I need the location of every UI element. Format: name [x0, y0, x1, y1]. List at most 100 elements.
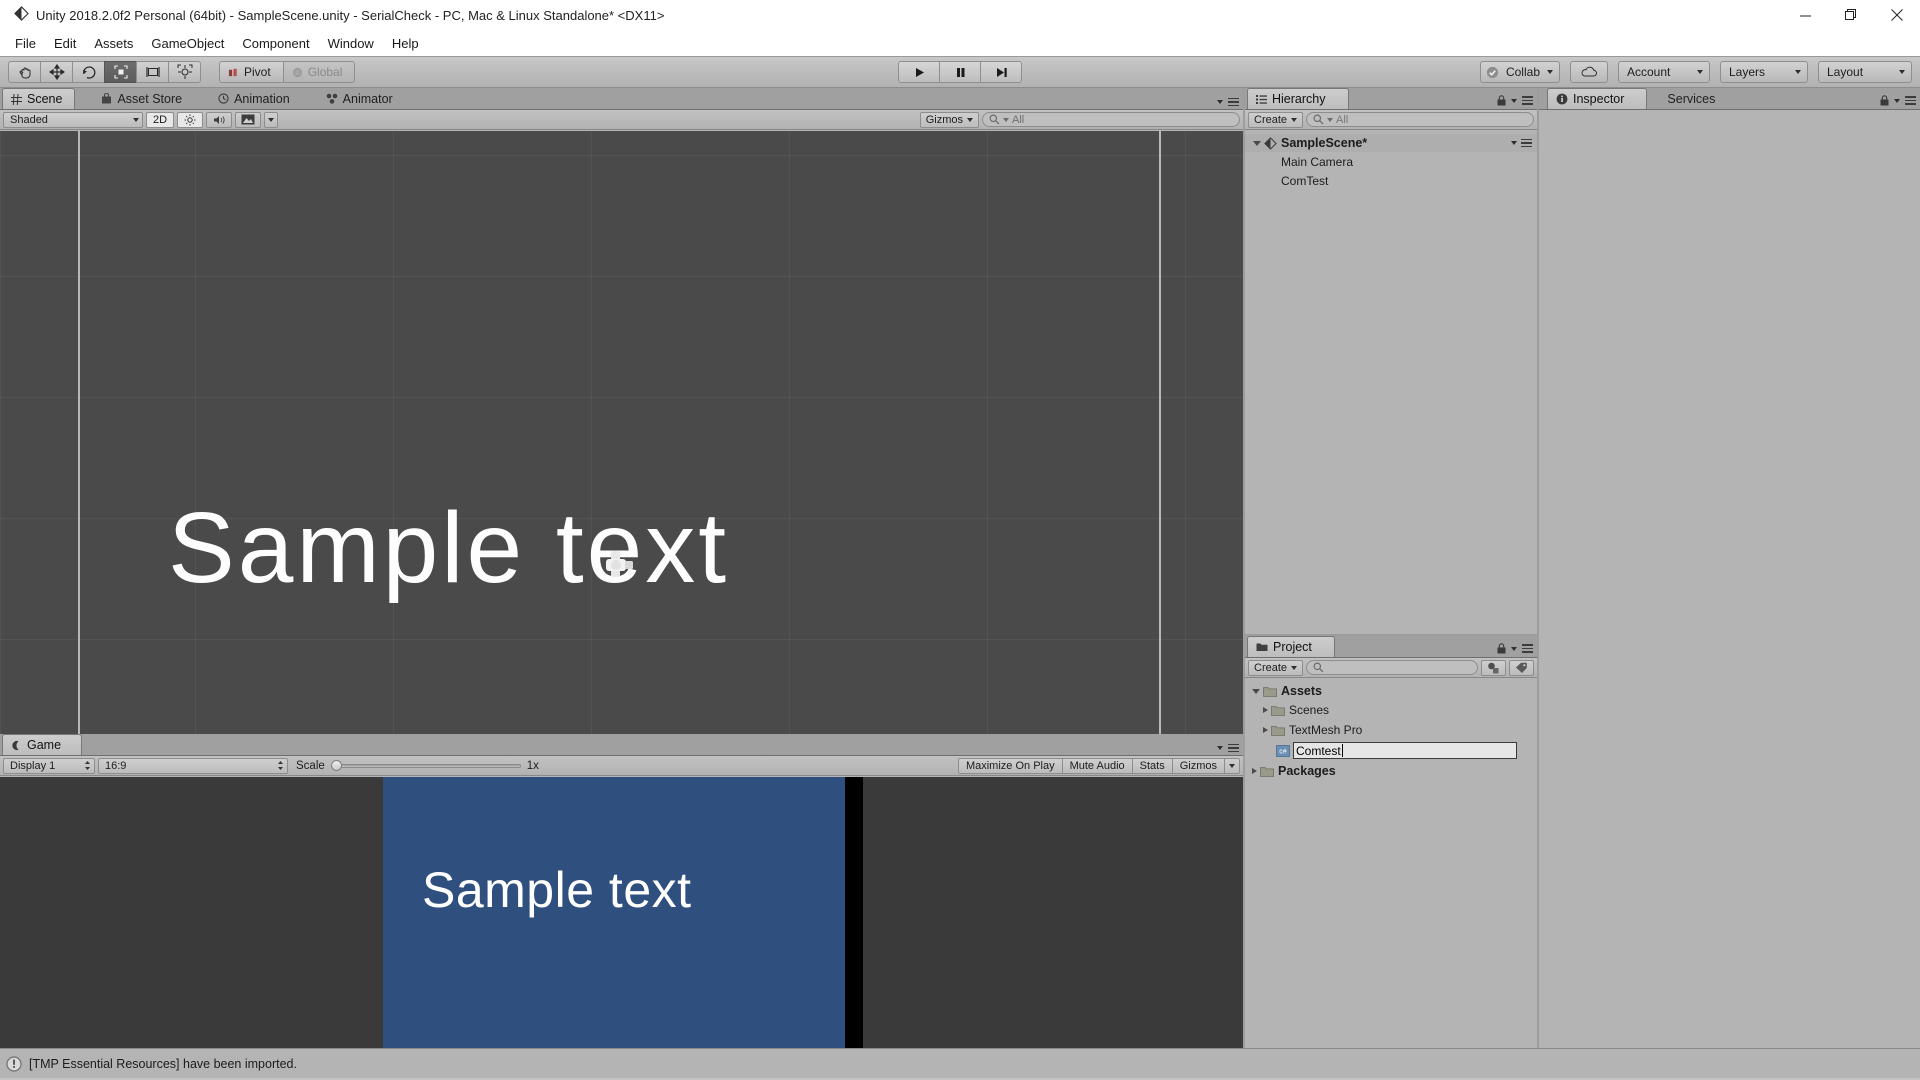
stats-button[interactable]: Stats — [1132, 758, 1173, 774]
move-tool[interactable] — [40, 61, 73, 83]
hamburger-icon[interactable] — [1228, 744, 1239, 753]
project-search-input[interactable] — [1306, 660, 1478, 675]
maximize-on-play-button[interactable]: Maximize On Play — [958, 758, 1063, 774]
scene-effects-dropdown[interactable] — [264, 112, 278, 128]
hierarchy-search-input[interactable]: All — [1306, 112, 1534, 127]
tab-asset-store[interactable]: Asset Store — [93, 88, 194, 109]
menu-item-help[interactable]: Help — [383, 33, 428, 54]
game-scale-slider-handle[interactable] — [331, 760, 342, 771]
chevron-down-icon[interactable] — [1217, 746, 1223, 750]
menu-item-gameobject[interactable]: GameObject — [142, 33, 233, 54]
game-gizmos-button[interactable]: Gizmos — [1172, 758, 1225, 774]
project-row-packages[interactable]: Packages — [1245, 761, 1537, 781]
pause-button[interactable] — [939, 61, 981, 83]
close-icon[interactable] — [1874, 0, 1920, 30]
lock-icon[interactable] — [1497, 95, 1506, 106]
step-button[interactable] — [980, 61, 1022, 83]
game-scale-slider[interactable] — [331, 760, 521, 772]
rect-tool[interactable] — [136, 61, 169, 83]
project-tabrow: Project — [1245, 636, 1537, 658]
layout-button[interactable]: Layout — [1818, 61, 1912, 83]
tab-services[interactable]: Services — [1659, 88, 1727, 109]
play-button[interactable] — [898, 61, 940, 83]
expand-triangle-icon[interactable] — [1253, 141, 1261, 146]
scene-viewport[interactable]: Sample text — [0, 131, 1243, 734]
chevron-down-icon[interactable] — [1511, 141, 1517, 145]
status-bar[interactable]: [TMP Essential Resources] have been impo… — [0, 1048, 1920, 1078]
chevron-down-icon[interactable] — [1217, 100, 1223, 104]
scene-lighting-toggle[interactable] — [177, 112, 203, 128]
expand-triangle-icon[interactable] — [1252, 689, 1260, 694]
tab-inspector[interactable]: Inspector — [1547, 88, 1647, 109]
menu-item-component[interactable]: Component — [233, 33, 318, 54]
tab-animation[interactable]: Animation — [210, 88, 302, 109]
tab-hierarchy[interactable]: Hierarchy — [1247, 88, 1349, 109]
hamburger-icon[interactable] — [1228, 98, 1239, 107]
game-aspect-dropdown[interactable]: 16:9 — [98, 758, 288, 774]
project-create-label: Create — [1254, 662, 1287, 674]
minimize-icon[interactable] — [1782, 0, 1828, 30]
hamburger-icon[interactable] — [1522, 644, 1533, 653]
transform-tool[interactable] — [168, 61, 201, 83]
hamburger-icon[interactable] — [1522, 96, 1533, 105]
hierarchy-create-button[interactable]: Create — [1248, 112, 1303, 128]
toggle-2d-button[interactable]: 2D — [146, 112, 174, 128]
hamburger-icon[interactable] — [1521, 139, 1532, 148]
game-viewport[interactable]: Sample text — [0, 777, 1243, 1048]
hamburger-icon[interactable] — [1905, 96, 1916, 105]
scene-effects-toggle[interactable] — [235, 112, 261, 128]
menu-item-window[interactable]: Window — [319, 33, 383, 54]
chevron-down-icon[interactable] — [1511, 647, 1517, 651]
scene-search-input[interactable]: All — [982, 112, 1240, 127]
scale-tool[interactable] — [104, 61, 137, 83]
pivot-button[interactable]: Pivot — [219, 61, 284, 83]
menu-item-assets[interactable]: Assets — [85, 33, 142, 54]
scene-gizmos-label: Gizmos — [926, 114, 963, 126]
collab-button[interactable]: Collab — [1480, 61, 1560, 83]
project-toolbar: Create — [1245, 658, 1537, 678]
tab-scene[interactable]: Scene — [2, 88, 75, 109]
tab-inspector-label: Inspector — [1573, 92, 1624, 106]
chevron-down-icon[interactable] — [1511, 99, 1517, 103]
expand-triangle-icon[interactable] — [1263, 707, 1268, 713]
tab-game[interactable]: Game — [2, 734, 82, 755]
tab-project[interactable]: Project — [1247, 636, 1335, 657]
filter-type-icon[interactable] — [1481, 660, 1506, 676]
game-toolbar: Display 1 16:9 Scale 1x — [0, 756, 1243, 776]
filter-label-icon[interactable] — [1509, 660, 1534, 676]
project-row-label: Scenes — [1289, 703, 1329, 717]
lock-icon[interactable] — [1880, 95, 1889, 106]
scene-gizmos-dropdown[interactable]: Gizmos — [920, 112, 979, 128]
project-create-button[interactable]: Create — [1248, 660, 1303, 676]
project-row-assets[interactable]: Assets — [1245, 682, 1537, 700]
menu-item-file[interactable]: File — [6, 33, 45, 54]
project-row-label: Assets — [1281, 684, 1322, 698]
cloud-button[interactable] — [1570, 61, 1608, 83]
account-button[interactable]: Account — [1618, 61, 1710, 83]
hand-tool[interactable] — [8, 61, 41, 83]
hierarchy-row-main-camera[interactable]: Main Camera — [1245, 152, 1537, 171]
layers-button[interactable]: Layers — [1720, 61, 1808, 83]
chevron-down-icon[interactable] — [1894, 99, 1900, 103]
project-row-textmesh-pro[interactable]: TextMesh Pro — [1245, 720, 1537, 740]
expand-triangle-icon[interactable] — [1263, 727, 1268, 733]
game-display-dropdown[interactable]: Display 1 — [3, 758, 95, 774]
camera-gizmo-icon[interactable] — [604, 549, 638, 586]
scene-audio-toggle[interactable] — [206, 112, 232, 128]
hierarchy-row-comtest[interactable]: ComTest — [1245, 171, 1537, 190]
rotate-tool[interactable] — [72, 61, 105, 83]
menu-item-edit[interactable]: Edit — [45, 33, 85, 54]
project-row-scenes[interactable]: Scenes — [1245, 700, 1537, 720]
global-button[interactable]: Global — [283, 61, 356, 83]
shading-mode-dropdown[interactable]: Shaded — [3, 112, 143, 128]
hierarchy-row-samplescene[interactable]: SampleScene* — [1245, 134, 1537, 152]
expand-triangle-icon[interactable] — [1252, 768, 1257, 774]
game-gizmos-dropdown[interactable] — [1224, 758, 1240, 774]
scene-text-object[interactable]: Sample text — [168, 491, 729, 606]
project-row-comtest[interactable]: c# Comtest — [1245, 740, 1537, 761]
mute-audio-button[interactable]: Mute Audio — [1062, 758, 1133, 774]
tab-animator[interactable]: Animator — [318, 88, 405, 109]
lock-icon[interactable] — [1497, 643, 1506, 654]
project-rename-input[interactable]: Comtest — [1293, 742, 1517, 759]
restore-icon[interactable] — [1828, 0, 1874, 30]
